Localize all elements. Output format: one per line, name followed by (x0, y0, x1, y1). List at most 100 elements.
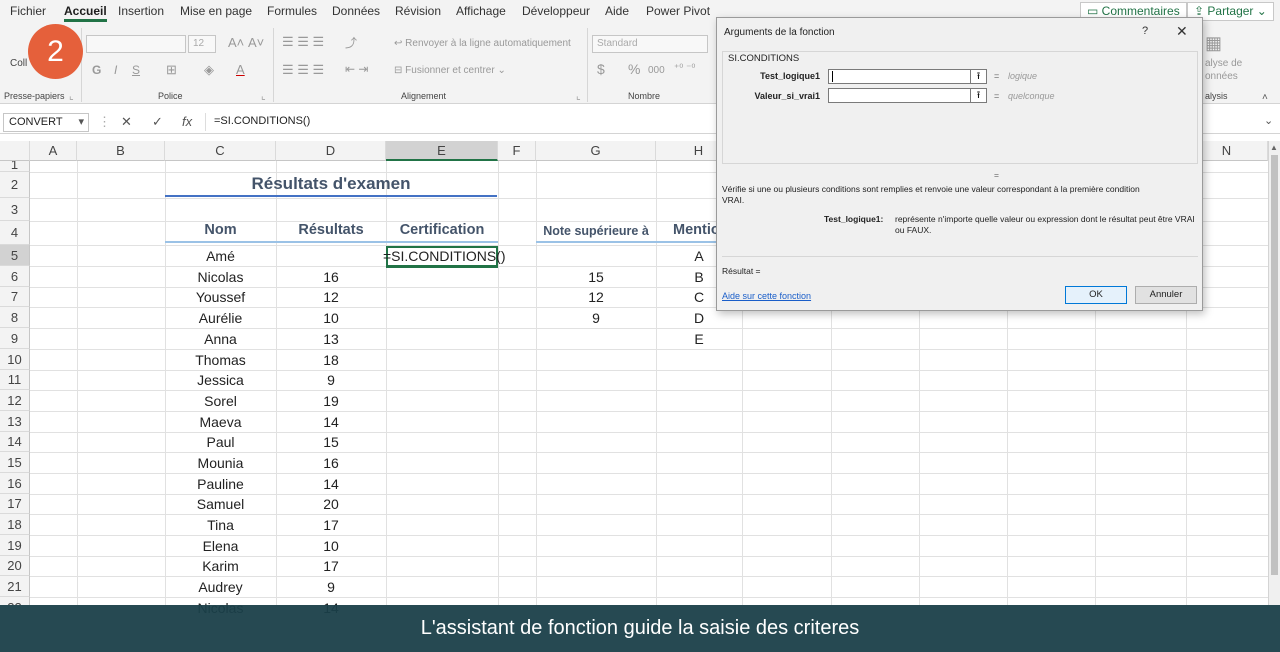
row-header-11[interactable]: 11 (0, 370, 30, 390)
help-link[interactable]: Aide sur cette fonction (722, 291, 811, 301)
row-header-19[interactable]: 19 (0, 535, 30, 556)
tab-fichier[interactable]: Fichier (10, 4, 46, 18)
cell-name[interactable]: Karim (165, 558, 276, 574)
thousands-button[interactable]: 000 (648, 65, 665, 76)
dialog-launcher-icon[interactable]: ⌞ (69, 91, 74, 102)
cancel-icon[interactable]: ✕ (121, 114, 132, 130)
arg-input-test-logique1[interactable] (828, 69, 973, 84)
formula-input[interactable]: =SI.CONDITIONS() (214, 115, 310, 127)
cell-name[interactable]: Anna (165, 331, 276, 347)
col-header-a[interactable]: A (30, 141, 77, 161)
cell-score[interactable]: 10 (276, 538, 386, 554)
underline-button[interactable]: S (132, 63, 140, 77)
row-header-3[interactable]: 3 (0, 198, 30, 221)
align-left-icon[interactable]: ☰ ☰ ☰ (282, 62, 324, 78)
cell-score[interactable]: 17 (276, 558, 386, 574)
row-header-22[interactable]: 22 (0, 597, 30, 605)
row-header-8[interactable]: 8 (0, 307, 30, 328)
row-header-1[interactable]: 1 (0, 161, 30, 172)
col-header-f[interactable]: F (498, 141, 536, 161)
cell-e5-formula[interactable]: =SI.CONDITIONS() (383, 248, 506, 264)
font-color-icon[interactable]: A (236, 62, 245, 77)
row-header-6[interactable]: 6 (0, 266, 30, 287)
row-header-18[interactable]: 18 (0, 514, 30, 535)
cell-h9[interactable]: E (656, 331, 742, 347)
row-header-10[interactable]: 10 (0, 349, 30, 370)
row-header-7[interactable]: 7 (0, 287, 30, 307)
cell-name[interactable]: Elena (165, 538, 276, 554)
cell-score[interactable]: 16 (276, 269, 386, 285)
wrap-text-button[interactable]: ↩ Renvoyer à la ligne automatiquement (394, 38, 571, 49)
row-header-20[interactable]: 20 (0, 556, 30, 576)
scroll-up-icon[interactable]: ▲ (1270, 143, 1278, 152)
row-header-15[interactable]: 15 (0, 452, 30, 473)
row-header-13[interactable]: 13 (0, 411, 30, 432)
cell-g8[interactable]: 9 (536, 310, 656, 326)
help-icon[interactable]: ? (1142, 25, 1148, 37)
analyze-data-icon[interactable]: ▦ (1205, 33, 1222, 54)
arg-input-valeur-si-vrai1[interactable] (828, 88, 973, 103)
cell-name[interactable]: Tina (165, 517, 276, 533)
tab-aide[interactable]: Aide (605, 4, 629, 18)
tab-revision[interactable]: Révision (395, 4, 441, 18)
row-header-4[interactable]: 4 (0, 221, 30, 245)
cell-name[interactable]: Jessica (165, 372, 276, 388)
cell-score[interactable]: 18 (276, 352, 386, 368)
row-header-5[interactable]: 5 (0, 245, 30, 266)
scroll-thumb[interactable] (1271, 155, 1278, 575)
cell-name[interactable]: Nicolas (165, 269, 276, 285)
insert-function-icon[interactable]: fx (182, 114, 192, 129)
col-header-d[interactable]: D (276, 141, 386, 161)
close-icon[interactable]: ✕ (1176, 23, 1188, 40)
col-header-b[interactable]: B (77, 141, 165, 161)
indent-icon[interactable]: ⇤ ⇥ (345, 62, 368, 76)
dialog-launcher-icon[interactable]: ⌞ (261, 91, 266, 102)
cell-score[interactable]: 14 (276, 476, 386, 492)
font-name-select[interactable] (86, 35, 186, 53)
number-format-select[interactable]: Standard (592, 35, 708, 53)
expand-formula-icon[interactable]: ⌄ (1264, 114, 1273, 127)
header-resultats[interactable]: Résultats (276, 222, 386, 238)
header-nom[interactable]: Nom (165, 222, 276, 238)
cell-g7[interactable]: 12 (536, 289, 656, 305)
cell-score[interactable]: 19 (276, 393, 386, 409)
paste-label[interactable]: Coll (10, 58, 27, 69)
ok-button[interactable]: OK (1065, 286, 1127, 304)
col-header-g[interactable]: G (536, 141, 656, 161)
cell-name[interactable]: Mounia (165, 455, 276, 471)
collapse-dialog-icon[interactable]: ⭱ (970, 88, 987, 103)
tab-power-pivot[interactable]: Power Pivot (646, 4, 710, 18)
merge-center-button[interactable]: ⊟ Fusionner et centrer ⌄ (394, 65, 506, 76)
font-shrink-icon[interactable]: A˅ (248, 35, 264, 50)
borders-icon[interactable]: ⊞ (166, 62, 177, 78)
dialog-launcher-icon[interactable]: ⌞ (576, 91, 581, 102)
cell-name[interactable]: Amé (165, 248, 276, 264)
header-certification[interactable]: Certification (386, 222, 498, 238)
currency-button[interactable]: $ (597, 61, 605, 77)
row-header-9[interactable]: 9 (0, 328, 30, 349)
tab-accueil[interactable]: Accueil (64, 4, 107, 22)
orientation-icon[interactable]: ⤴ (345, 34, 357, 51)
fill-color-icon[interactable]: ◈ (204, 62, 214, 78)
bold-button[interactable]: G (92, 63, 101, 77)
analyze-data-label[interactable]: alyse de (1205, 58, 1242, 69)
percent-button[interactable]: % (628, 61, 640, 77)
cell-score[interactable]: 10 (276, 310, 386, 326)
tab-donnees[interactable]: Données (332, 4, 380, 18)
col-header-c[interactable]: C (165, 141, 276, 161)
cancel-button[interactable]: Annuler (1135, 286, 1197, 304)
row-header-12[interactable]: 12 (0, 390, 30, 411)
enter-icon[interactable]: ✓ (152, 114, 163, 130)
tab-affichage[interactable]: Affichage (456, 4, 506, 18)
collapse-dialog-icon[interactable]: ⭱ (970, 69, 987, 84)
row-header-2[interactable]: 2 (0, 172, 30, 198)
cell-name[interactable]: Aurélie (165, 310, 276, 326)
cell-score[interactable]: 14 (276, 414, 386, 430)
cell-score[interactable]: 9 (276, 372, 386, 388)
cell-name[interactable]: Audrey (165, 579, 276, 595)
cell-score[interactable]: 16 (276, 455, 386, 471)
collapse-ribbon-icon[interactable]: ˄ (1262, 92, 1268, 103)
cell-h8[interactable]: D (656, 310, 742, 326)
cell-name[interactable]: Sorel (165, 393, 276, 409)
cell-g6[interactable]: 15 (536, 269, 656, 285)
